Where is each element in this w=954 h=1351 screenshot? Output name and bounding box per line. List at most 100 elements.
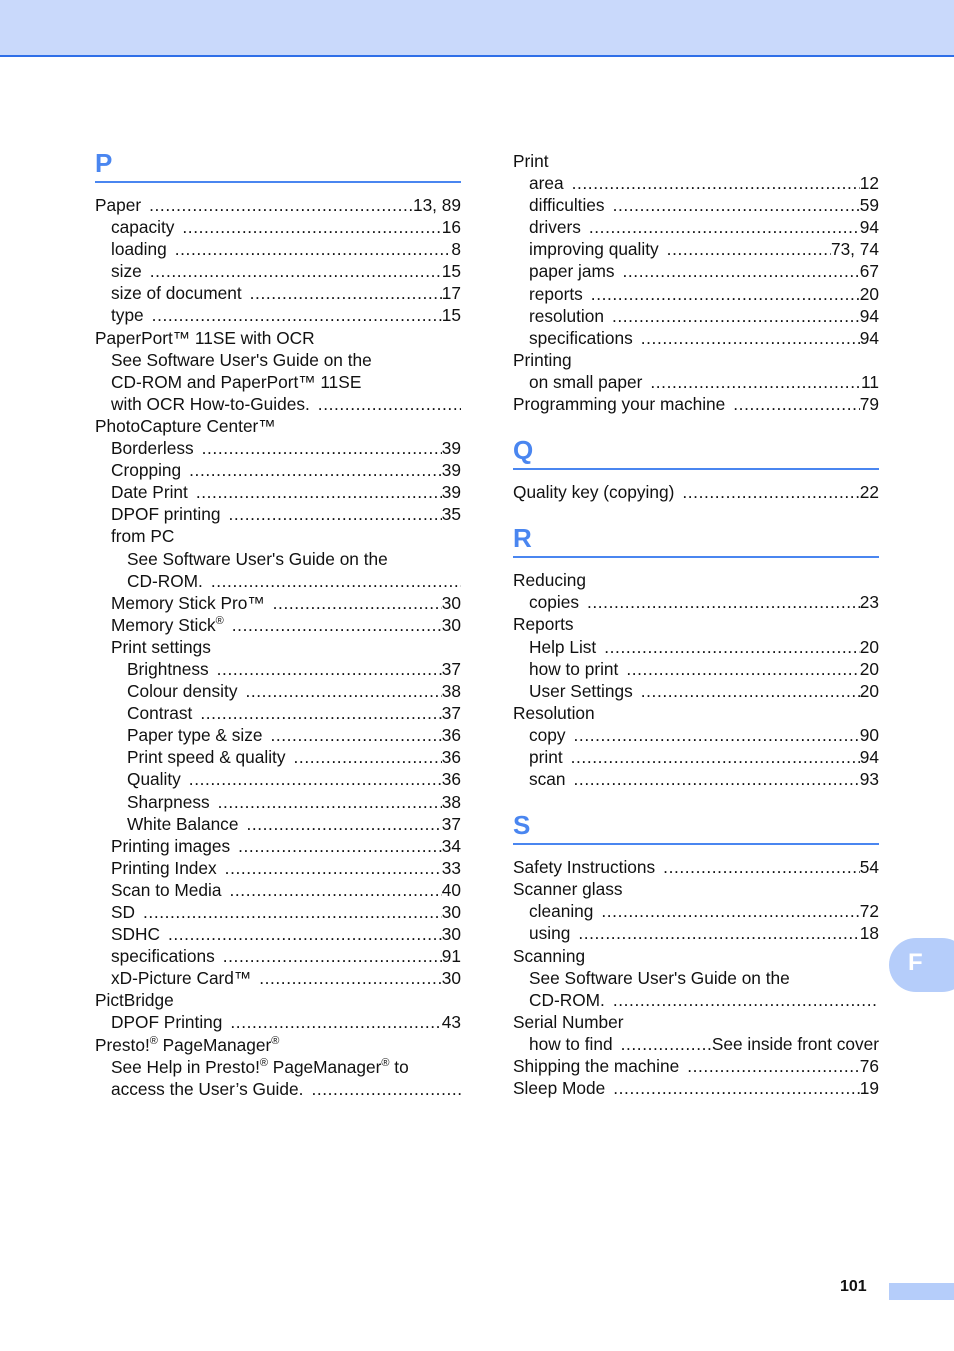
index-entry[interactable]: Reducing: [513, 569, 879, 591]
index-entry[interactable]: size....................................…: [95, 260, 461, 282]
entry-page[interactable]: 67: [860, 260, 879, 282]
entry-page[interactable]: 33: [442, 857, 461, 879]
index-entry[interactable]: area....................................…: [513, 172, 879, 194]
index-entry[interactable]: Paper type & size.......................…: [95, 724, 461, 746]
entry-page[interactable]: 15: [442, 260, 461, 282]
entry-page[interactable]: 72: [860, 900, 879, 922]
index-entry[interactable]: Quality key (copying)...................…: [513, 481, 879, 503]
index-entry[interactable]: PictBridge: [95, 989, 461, 1011]
entry-page[interactable]: 93: [860, 768, 879, 790]
index-entry[interactable]: Resolution: [513, 702, 879, 724]
index-entry[interactable]: specifications..........................…: [513, 327, 879, 349]
entry-page[interactable]: 94: [860, 746, 879, 768]
index-entry[interactable]: SDHC....................................…: [95, 923, 461, 945]
index-entry[interactable]: Programming your machine................…: [513, 393, 879, 415]
index-entry[interactable]: CD-ROM..................................…: [95, 570, 461, 592]
index-entry[interactable]: how to find.............................…: [513, 1033, 879, 1055]
index-entry[interactable]: reports.................................…: [513, 283, 879, 305]
index-entry[interactable]: PhotoCapture Center™: [95, 415, 461, 437]
entry-page[interactable]: 17: [442, 282, 461, 304]
entry-page[interactable]: 13, 89: [413, 194, 461, 216]
index-entry[interactable]: access the User’s Guide.................…: [95, 1078, 461, 1100]
entry-page[interactable]: 20: [860, 283, 879, 305]
index-entry[interactable]: paper jams..............................…: [513, 260, 879, 282]
entry-page[interactable]: 38: [442, 680, 461, 702]
index-entry[interactable]: SD......................................…: [95, 901, 461, 923]
index-entry[interactable]: Date Print..............................…: [95, 481, 461, 503]
entry-page[interactable]: 23: [860, 591, 879, 613]
entry-page[interactable]: 76: [860, 1055, 879, 1077]
index-entry[interactable]: resolution..............................…: [513, 305, 879, 327]
index-entry[interactable]: Printing Index..........................…: [95, 857, 461, 879]
index-entry[interactable]: copy....................................…: [513, 724, 879, 746]
index-entry[interactable]: type....................................…: [95, 304, 461, 326]
index-entry[interactable]: Memory Stick®...........................…: [95, 614, 461, 636]
index-entry[interactable]: loading.................................…: [95, 238, 461, 260]
index-entry[interactable]: Printing images.........................…: [95, 835, 461, 857]
index-entry[interactable]: CD-ROM and PaperPort™ 11SE: [95, 371, 461, 393]
entry-page[interactable]: 40: [442, 879, 461, 901]
index-entry[interactable]: Scanning: [513, 945, 879, 967]
index-entry[interactable]: Borderless..............................…: [95, 437, 461, 459]
entry-page[interactable]: 36: [442, 724, 461, 746]
entry-page[interactable]: 18: [860, 922, 879, 944]
index-entry[interactable]: Quality.................................…: [95, 768, 461, 790]
index-entry[interactable]: Reports: [513, 613, 879, 635]
index-entry[interactable]: with OCR How-to-Guides..................…: [95, 393, 461, 415]
entry-page[interactable]: 39: [442, 481, 461, 503]
index-entry[interactable]: Memory Stick Pro™.......................…: [95, 592, 461, 614]
entry-page[interactable]: 20: [860, 680, 879, 702]
index-entry[interactable]: Brightness..............................…: [95, 658, 461, 680]
index-entry[interactable]: See Help in Presto!® PageManager® to: [95, 1056, 461, 1078]
index-entry[interactable]: specifications..........................…: [95, 945, 461, 967]
entry-page[interactable]: 19: [860, 1077, 879, 1099]
entry-page[interactable]: 43: [442, 1011, 461, 1033]
index-entry[interactable]: See Software User's Guide on the: [95, 548, 461, 570]
entry-page[interactable]: 20: [860, 658, 879, 680]
index-entry[interactable]: PaperPort™ 11SE with OCR: [95, 327, 461, 349]
entry-page[interactable]: 39: [442, 459, 461, 481]
index-entry[interactable]: Shipping the machine....................…: [513, 1055, 879, 1077]
entry-page[interactable]: 8: [451, 238, 461, 260]
entry-page[interactable]: 11: [861, 371, 879, 393]
entry-page[interactable]: 37: [442, 702, 461, 724]
index-entry[interactable]: Colour density..........................…: [95, 680, 461, 702]
index-entry[interactable]: Print speed & quality...................…: [95, 746, 461, 768]
index-entry[interactable]: from PC: [95, 525, 461, 547]
entry-page[interactable]: 90: [860, 724, 879, 746]
index-entry[interactable]: See Software User's Guide on the: [95, 349, 461, 371]
index-entry[interactable]: Scan to Media...........................…: [95, 879, 461, 901]
index-entry[interactable]: copies..................................…: [513, 591, 879, 613]
index-entry[interactable]: Serial Number: [513, 1011, 879, 1033]
index-entry[interactable]: Sharpness...............................…: [95, 791, 461, 813]
entry-page[interactable]: 36: [442, 768, 461, 790]
index-entry[interactable]: how to print............................…: [513, 658, 879, 680]
index-entry[interactable]: cleaning................................…: [513, 900, 879, 922]
index-entry[interactable]: on small paper..........................…: [513, 371, 879, 393]
entry-page[interactable]: 34: [442, 835, 461, 857]
entry-page[interactable]: 79: [860, 393, 879, 415]
entry-page[interactable]: 94: [860, 305, 879, 327]
index-entry[interactable]: Help List...............................…: [513, 636, 879, 658]
entry-page[interactable]: 36: [442, 746, 461, 768]
index-entry[interactable]: improving quality.......................…: [513, 238, 879, 260]
index-entry[interactable]: Print: [513, 150, 879, 172]
entry-page[interactable]: 30: [442, 592, 461, 614]
index-entry[interactable]: See Software User's Guide on the: [513, 967, 879, 989]
entry-page[interactable]: 20: [860, 636, 879, 658]
index-entry[interactable]: User Settings...........................…: [513, 680, 879, 702]
entry-page[interactable]: 22: [860, 481, 879, 503]
index-entry[interactable]: Printing: [513, 349, 879, 371]
index-entry[interactable]: xD-Picture Card™........................…: [95, 967, 461, 989]
index-entry[interactable]: difficulties............................…: [513, 194, 879, 216]
entry-page[interactable]: 59: [860, 194, 879, 216]
index-entry[interactable]: Contrast................................…: [95, 702, 461, 724]
entry-page[interactable]: 16: [442, 216, 461, 238]
entry-page[interactable]: 30: [442, 614, 461, 636]
index-entry[interactable]: using...................................…: [513, 922, 879, 944]
entry-page[interactable]: 37: [442, 813, 461, 835]
index-entry[interactable]: CD-ROM..................................…: [513, 989, 879, 1011]
entry-page[interactable]: See inside front cover: [712, 1033, 879, 1055]
entry-page[interactable]: 73, 74: [831, 238, 879, 260]
index-entry[interactable]: size of document........................…: [95, 282, 461, 304]
